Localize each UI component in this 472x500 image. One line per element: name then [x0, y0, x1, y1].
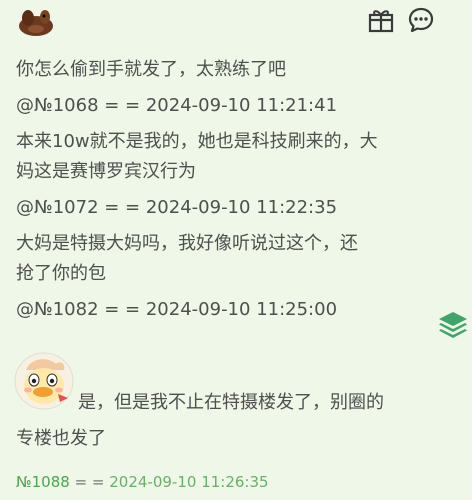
quote-reference[interactable]: @№1068 = = 2024-09-10 11:21:41 [16, 91, 456, 121]
quote-reference[interactable]: @№1082 = = 2024-09-10 11:25:00 [16, 295, 456, 325]
post-separator: = = [74, 473, 105, 491]
top-bar [0, 0, 472, 48]
reply-text-line: 专楼也发了 [16, 428, 106, 449]
post-text-line: 大妈是特摄大妈吗，我好像听说过这个，还 [16, 233, 358, 254]
layers-stack-icon[interactable] [436, 308, 470, 342]
quote-reference[interactable]: @№1072 = = 2024-09-10 11:22:35 [16, 193, 456, 223]
gift-icon[interactable] [367, 6, 395, 34]
post-text-line: 你怎么偷到手就发了，太熟练了吧 [16, 59, 286, 80]
duck-sticker-icon [14, 352, 74, 410]
post-meta-footer: №1088 = = 2024-09-10 11:26:35 [16, 470, 269, 494]
post-thread: 你怎么偷到手就发了，太熟练了吧 @№1068 = = 2024-09-10 11… [16, 55, 456, 325]
post-text-line: 抢了你的包 [16, 263, 106, 284]
comment-bubble-icon[interactable] [407, 6, 435, 34]
post-text-line: 本来10w就不是我的，她也是科技刷来的，大 [16, 131, 378, 152]
post-number[interactable]: №1088 [16, 473, 70, 491]
cartoon-duck-avatar-icon[interactable] [14, 4, 58, 40]
post-text-line: 妈这是赛博罗宾汉行为 [16, 161, 196, 182]
reply-text-line: 是，但是我不止在特摄楼发了，别圈的 [78, 392, 384, 413]
post-datetime: 2024-09-10 11:26:35 [109, 473, 269, 491]
